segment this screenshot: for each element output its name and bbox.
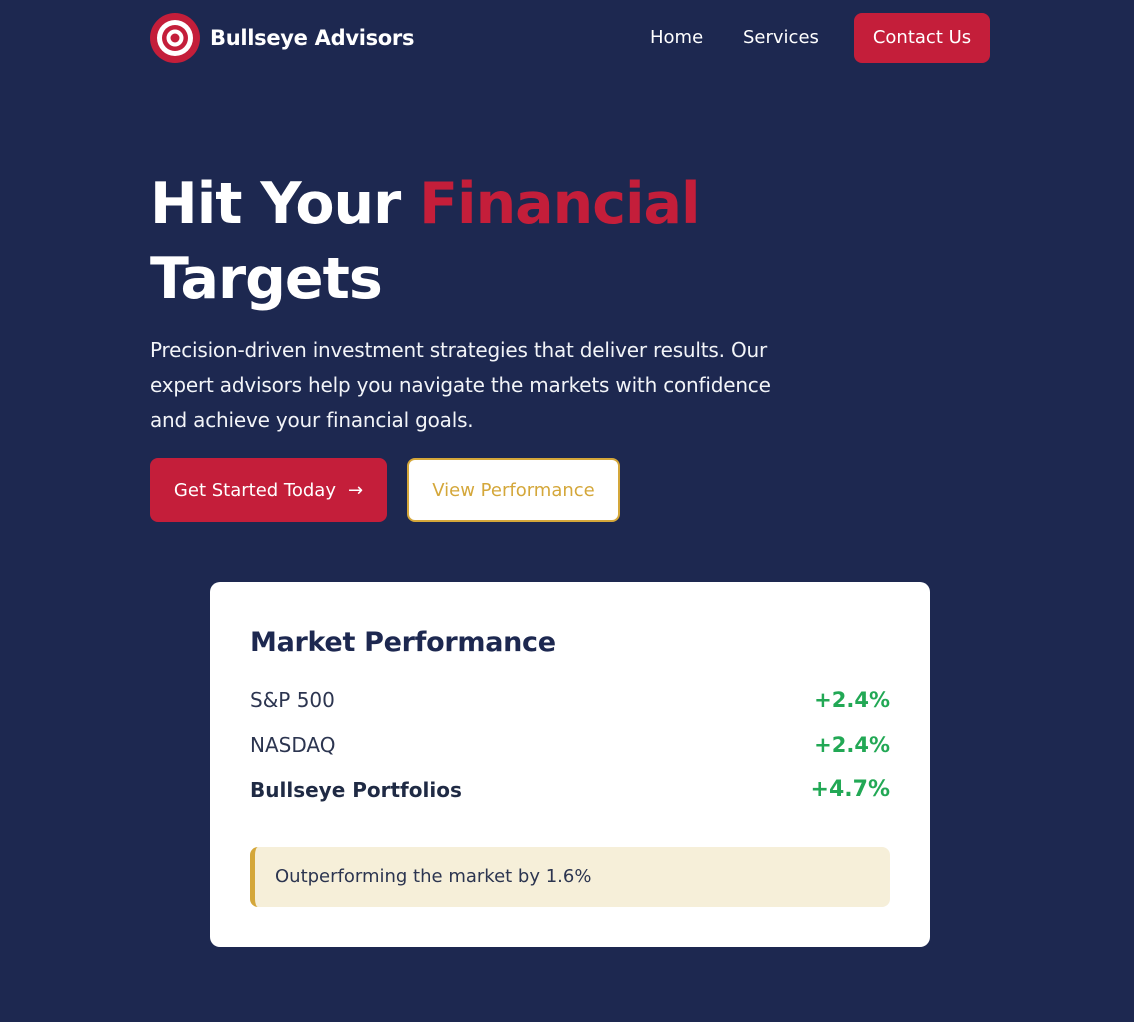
- hero-title-part1: Hit Your: [150, 171, 401, 237]
- hero-description: Precision-driven investment strategies t…: [150, 338, 771, 432]
- view-performance-button[interactable]: View Performance: [407, 458, 620, 522]
- get-started-label: Get Started Today: [173, 479, 336, 501]
- hero-title-part2: Targets: [150, 246, 383, 312]
- nav-link-home[interactable]: Home: [650, 13, 703, 63]
- row-value: +2.4%: [814, 733, 890, 757]
- contact-us-button[interactable]: Contact Us: [854, 13, 990, 63]
- view-performance-label: View Performance: [432, 479, 595, 501]
- brand[interactable]: Bullseye Advisors: [150, 13, 415, 63]
- arrow-right-icon: →: [347, 479, 364, 501]
- nav-link-services[interactable]: Services: [743, 13, 819, 63]
- bullseye-target-icon: [150, 13, 200, 63]
- row-label: Bullseye Portfolios: [250, 778, 462, 802]
- brand-name: Bullseye Advisors: [210, 26, 415, 50]
- top-navigation: Bullseye Advisors Home Services Contact …: [150, 13, 990, 63]
- outperformance-note: Outperforming the market by 1.6%: [250, 847, 890, 907]
- performance-row-highlight: Bullseye Portfolios +4.7%: [250, 772, 890, 808]
- market-performance-card: Market Performance S&P 500 +2.4% NASDAQ …: [210, 582, 930, 947]
- hero-title: Hit Your Financial Targets: [150, 167, 701, 317]
- hero-title-accent: Financial: [419, 171, 700, 237]
- performance-row: S&P 500 +2.4%: [250, 682, 890, 718]
- row-value: +4.7%: [810, 777, 890, 802]
- row-label: S&P 500: [250, 688, 335, 712]
- card-title: Market Performance: [250, 627, 556, 658]
- performance-row: NASDAQ +2.4%: [250, 727, 890, 763]
- get-started-button[interactable]: Get Started Today →: [150, 458, 387, 522]
- row-label: NASDAQ: [250, 733, 336, 757]
- row-value: +2.4%: [814, 688, 890, 712]
